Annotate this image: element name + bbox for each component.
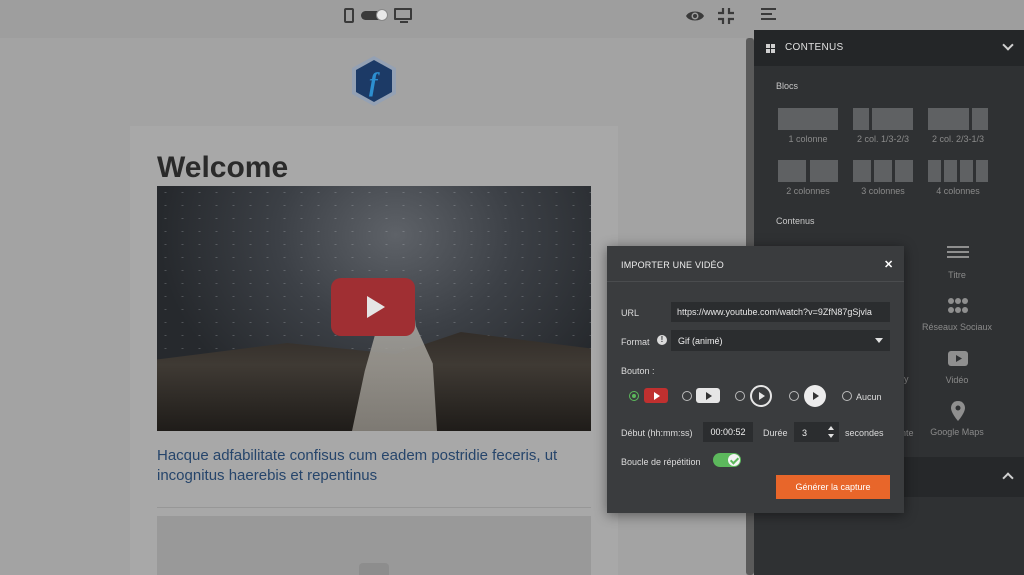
mobile-view-icon[interactable] — [344, 8, 354, 23]
format-label: Format — [621, 337, 650, 347]
duree-label: Durée — [763, 428, 788, 438]
grid-icon — [766, 44, 776, 53]
stepper-down-icon[interactable] — [828, 434, 834, 438]
aucun-label: Aucun — [856, 392, 882, 402]
start-time-input[interactable] — [703, 422, 753, 442]
secondes-label: secondes — [845, 428, 884, 438]
layout-2-col-2-3-1-3[interactable]: 2 col. 2/3-1/3 — [928, 108, 988, 144]
check-icon — [728, 454, 740, 466]
generate-capture-button[interactable]: Générer la capture — [776, 475, 890, 499]
format-select[interactable]: Gif (animé) — [671, 330, 890, 351]
divider — [157, 507, 591, 508]
layout-4-colonnes[interactable]: 4 colonnes — [928, 160, 988, 196]
stepper-up-icon[interactable] — [828, 426, 834, 430]
email-body-text[interactable]: Hacque adfabilitate confisus cum eadem p… — [157, 446, 577, 486]
social-icon — [948, 298, 968, 313]
filled-circle-play-icon[interactable] — [804, 385, 826, 407]
dialog-header: IMPORTER UNE VIDÉO ✕ — [607, 246, 904, 282]
brand-logo: f — [352, 56, 396, 106]
content-item-label: Vidéo — [945, 375, 969, 385]
switch-knob — [376, 9, 388, 21]
content-item-label: Titre — [948, 270, 966, 280]
outline-circle-play-icon[interactable] — [750, 385, 772, 407]
loop-toggle[interactable] — [713, 453, 741, 467]
content-item-label: Google Maps — [930, 427, 984, 437]
video-block-placeholder[interactable] — [157, 516, 591, 575]
video-play-icon[interactable] — [331, 278, 415, 336]
map-pin-icon — [951, 401, 965, 421]
editor-toolbar — [0, 0, 754, 38]
layout-2-col-1-3-2-3[interactable]: 2 col. 1/3-2/3 — [853, 108, 913, 144]
layout-label: 2 colonnes — [786, 186, 830, 196]
chevron-down-icon[interactable] — [1002, 39, 1014, 51]
debut-label: Début (hh:mm:ss) — [621, 428, 693, 438]
radio-style-outline[interactable] — [735, 391, 745, 401]
contenus-section-header[interactable]: CONTENUS — [754, 30, 1024, 66]
radio-style-white[interactable] — [682, 391, 692, 401]
layout-1-colonne[interactable]: 1 colonne — [778, 108, 838, 144]
layout-label: 2 col. 2/3-1/3 — [931, 134, 985, 144]
content-item-video[interactable]: Vidéo — [917, 349, 997, 389]
radio-style-red[interactable] — [629, 391, 639, 401]
video-block[interactable] — [157, 186, 591, 431]
contenus-label: Contenus — [776, 216, 815, 226]
loop-label: Boucle de répétition — [621, 457, 701, 467]
dialog-title: IMPORTER UNE VIDÉO — [621, 260, 724, 270]
white-play-button-icon[interactable] — [696, 388, 720, 403]
content-item-label: Réseaux Sociaux — [921, 322, 993, 332]
layout-label: 2 col. 1/3-2/3 — [856, 134, 910, 144]
format-selected-value: Gif (animé) — [678, 336, 723, 346]
radio-style-filled[interactable] — [789, 391, 799, 401]
fullscreen-icon[interactable] — [717, 7, 735, 25]
content-item-titre[interactable]: Titre — [917, 244, 997, 284]
email-content-card: Welcome Hacque adfabilitate confisus cum… — [130, 126, 618, 575]
info-icon[interactable]: ! — [657, 335, 667, 345]
url-input[interactable] — [671, 302, 890, 322]
radio-style-none[interactable] — [842, 391, 852, 401]
bouton-label: Bouton : — [621, 366, 655, 376]
email-heading[interactable]: Welcome — [157, 151, 288, 185]
preview-eye-icon[interactable] — [685, 7, 705, 25]
placeholder-play-icon — [359, 563, 389, 575]
duration-stepper[interactable]: 3 — [794, 422, 839, 442]
layout-label: 3 colonnes — [861, 186, 905, 196]
collapse-panel-icon[interactable] — [761, 8, 778, 21]
duration-value: 3 — [802, 428, 808, 438]
desktop-view-icon[interactable] — [394, 8, 412, 23]
sidebar-toolbar — [754, 0, 1024, 30]
caret-down-icon — [875, 338, 883, 343]
url-label: URL — [621, 308, 640, 318]
section-title: CONTENUS — [785, 42, 844, 53]
red-play-button-icon[interactable] — [644, 388, 668, 403]
layout-label: 1 colonne — [788, 134, 828, 144]
layout-3-colonnes[interactable]: 3 colonnes — [853, 160, 913, 196]
video-icon — [948, 351, 968, 366]
title-icon — [947, 246, 969, 258]
content-item-reseaux-sociaux[interactable]: Réseaux Sociaux — [917, 296, 997, 336]
chevron-up-icon[interactable] — [1002, 472, 1014, 484]
layout-label: 4 colonnes — [936, 186, 980, 196]
layout-2-colonnes[interactable]: 2 colonnes — [778, 160, 838, 196]
view-toggle-switch[interactable] — [361, 9, 388, 21]
content-item-google-maps[interactable]: Google Maps — [917, 401, 997, 441]
blocs-label: Blocs — [776, 81, 799, 91]
close-icon[interactable]: ✕ — [884, 258, 893, 271]
partial-label: y — [904, 374, 909, 384]
import-video-dialog: IMPORTER UNE VIDÉO ✕ URL Format ! Gif (a… — [607, 246, 904, 513]
